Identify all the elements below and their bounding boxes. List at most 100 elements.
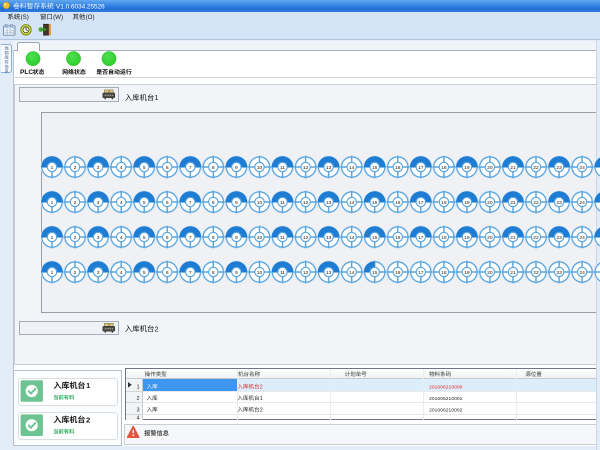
svg-text:8: 8 <box>212 200 215 206</box>
svg-text:9: 9 <box>235 235 238 241</box>
svg-text:17: 17 <box>418 200 424 206</box>
svg-text:2: 2 <box>74 270 77 276</box>
svg-text:2: 2 <box>260 384 263 390</box>
svg-text:7: 7 <box>189 165 192 171</box>
svg-text:24: 24 <box>579 270 585 276</box>
svg-text:1: 1 <box>51 165 54 171</box>
svg-text:20: 20 <box>487 270 493 276</box>
svg-text:17: 17 <box>418 270 424 276</box>
svg-text:14: 14 <box>349 270 355 276</box>
svg-text:201606210002: 201606210002 <box>429 407 463 413</box>
svg-text:20: 20 <box>487 200 493 206</box>
svg-text:8: 8 <box>212 165 215 171</box>
svg-text:15: 15 <box>372 235 378 241</box>
svg-text:16: 16 <box>395 270 401 276</box>
svg-text:(S): (S) <box>21 14 29 21</box>
svg-text:11: 11 <box>280 165 285 171</box>
svg-text:1: 1 <box>155 95 159 102</box>
svg-text:(W): (W) <box>53 14 63 21</box>
svg-text:13: 13 <box>326 165 332 171</box>
svg-text:12: 12 <box>303 165 309 171</box>
svg-text:6: 6 <box>166 270 169 276</box>
svg-text:4: 4 <box>120 200 123 206</box>
svg-text:24: 24 <box>579 165 585 171</box>
svg-text:201606210000: 201606210000 <box>429 384 463 390</box>
svg-text:10: 10 <box>257 165 263 171</box>
svg-text:13: 13 <box>326 235 332 241</box>
svg-text:2: 2 <box>86 415 90 424</box>
svg-text:14: 14 <box>349 200 355 206</box>
svg-text:23: 23 <box>556 270 562 276</box>
svg-text:4: 4 <box>137 416 140 422</box>
svg-text:24: 24 <box>579 235 585 241</box>
svg-text:21: 21 <box>510 235 516 241</box>
svg-text:2: 2 <box>74 165 77 171</box>
svg-text:16: 16 <box>395 165 401 171</box>
svg-text:15: 15 <box>372 270 378 276</box>
svg-text:10: 10 <box>257 200 263 206</box>
svg-text:12: 12 <box>303 235 309 241</box>
svg-text:1: 1 <box>260 396 263 402</box>
svg-text:23: 23 <box>556 165 562 171</box>
svg-text:19: 19 <box>464 270 470 276</box>
svg-text:2: 2 <box>155 326 159 333</box>
svg-text:4: 4 <box>120 270 123 276</box>
svg-text:19: 19 <box>464 235 470 241</box>
svg-text:9: 9 <box>235 165 238 171</box>
svg-text:4: 4 <box>120 235 123 241</box>
svg-text:18: 18 <box>441 165 447 171</box>
svg-text:9: 9 <box>235 270 238 276</box>
svg-text:2: 2 <box>137 396 140 402</box>
svg-text:8: 8 <box>212 270 215 276</box>
svg-text:6: 6 <box>166 200 169 206</box>
svg-text:V1.0.6034.25526: V1.0.6034.25526 <box>56 3 105 10</box>
svg-text:20: 20 <box>487 165 493 171</box>
svg-text:9: 9 <box>235 200 238 206</box>
svg-text:4: 4 <box>120 165 123 171</box>
svg-text:22: 22 <box>533 235 539 241</box>
svg-text:17: 17 <box>418 165 424 171</box>
svg-text:10: 10 <box>257 235 263 241</box>
svg-text:3: 3 <box>97 270 100 276</box>
svg-text:2: 2 <box>74 235 77 241</box>
svg-text:14: 14 <box>349 235 355 241</box>
svg-text:5: 5 <box>143 270 146 276</box>
svg-text:3: 3 <box>97 200 100 206</box>
svg-text:1: 1 <box>137 384 140 390</box>
svg-text:5: 5 <box>143 200 146 206</box>
svg-text:1: 1 <box>51 270 54 276</box>
svg-text:18: 18 <box>441 200 447 206</box>
svg-text:6: 6 <box>166 235 169 241</box>
svg-text:10: 10 <box>257 270 263 276</box>
svg-text:3: 3 <box>97 235 100 241</box>
svg-text:5: 5 <box>143 235 146 241</box>
svg-text:5: 5 <box>143 165 146 171</box>
svg-text:6: 6 <box>166 165 169 171</box>
svg-text:20: 20 <box>487 235 493 241</box>
svg-text:12: 12 <box>303 270 309 276</box>
svg-text:3: 3 <box>137 407 140 413</box>
svg-text:15: 15 <box>372 165 378 171</box>
svg-text:201606210001: 201606210001 <box>429 396 463 402</box>
svg-text:8: 8 <box>212 235 215 241</box>
svg-text:7: 7 <box>189 270 192 276</box>
svg-text:7: 7 <box>189 235 192 241</box>
svg-text:22: 22 <box>533 200 539 206</box>
svg-text:24: 24 <box>579 200 585 206</box>
svg-text:1: 1 <box>51 200 54 206</box>
svg-text:22: 22 <box>533 270 539 276</box>
svg-text:12: 12 <box>303 200 309 206</box>
svg-text:15: 15 <box>372 200 378 206</box>
svg-text:7: 7 <box>189 200 192 206</box>
svg-text:23: 23 <box>556 200 562 206</box>
svg-text:13: 13 <box>326 270 332 276</box>
svg-text:13: 13 <box>326 200 332 206</box>
svg-text:1: 1 <box>51 235 54 241</box>
svg-text:23: 23 <box>556 235 562 241</box>
svg-text:16: 16 <box>395 235 401 241</box>
svg-text:11: 11 <box>280 270 285 276</box>
svg-text:18: 18 <box>441 270 447 276</box>
svg-text:2: 2 <box>260 407 263 413</box>
svg-text:21: 21 <box>510 200 516 206</box>
svg-text:16: 16 <box>395 200 401 206</box>
